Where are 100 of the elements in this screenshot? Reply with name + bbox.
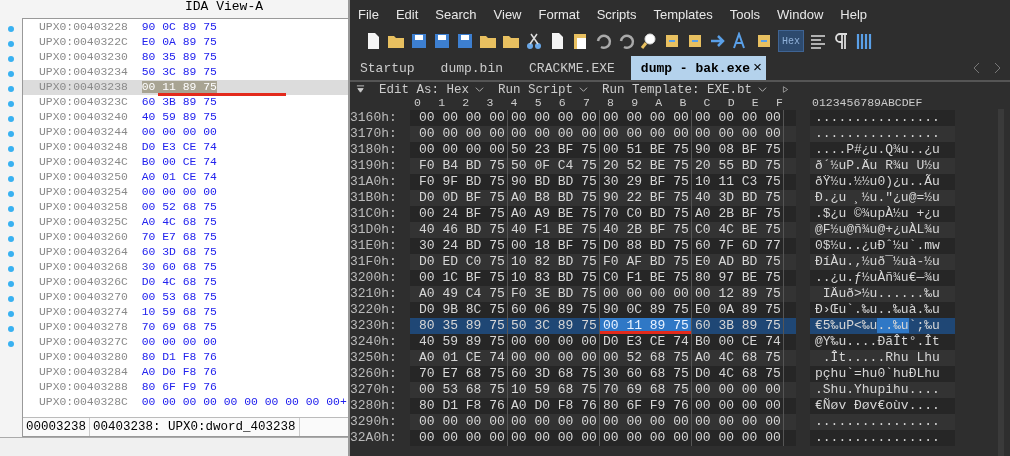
search-icon[interactable] — [640, 32, 658, 50]
listing-row[interactable]: UPX0:00403234 50 3C 89 75 — [23, 65, 348, 80]
listing-row[interactable]: UPX0:00403274 10 59 68 75 — [23, 305, 348, 320]
bytes-text: 00 52 68 75 — [141, 201, 217, 213]
play-icon[interactable] — [781, 86, 791, 93]
scissors-icon[interactable] — [525, 32, 543, 50]
menu-item[interactable]: View — [493, 6, 522, 22]
pilcrow-icon[interactable] — [832, 32, 850, 50]
listing-row[interactable]: UPX0:00403284 A0 D0 F8 76 — [23, 365, 348, 380]
tab-scroll-icon[interactable] — [972, 62, 1002, 74]
listing-row[interactable]: UPX0:00403250 A0 01 CE 74 — [23, 170, 348, 185]
address-text: UPX0:00403264 — [39, 246, 128, 258]
bytes-text: 10 59 68 75 — [141, 306, 217, 318]
row-marker-icon — [8, 311, 14, 317]
file-tab[interactable]: Startup — [350, 56, 431, 80]
menu-item[interactable]: Window — [777, 6, 824, 22]
menu-item[interactable]: Search — [435, 6, 477, 22]
address-text: UPX0:00403244 — [39, 126, 128, 138]
listing-row[interactable]: UPX0:00403244 00 00 00 00 — [23, 125, 348, 140]
close-icon[interactable]: × — [753, 59, 763, 77]
bytes-text: 00 53 68 75 — [141, 291, 217, 303]
ascii-text: pçhu`=hu0`huÐLhu — [810, 366, 955, 382]
bytes-text: 50 3C 89 75 — [141, 66, 217, 78]
save-icon[interactable] — [410, 32, 428, 50]
menu-item[interactable]: Help — [840, 6, 868, 22]
save-as-icon[interactable] — [433, 32, 451, 50]
row-marker-icon — [8, 251, 14, 257]
listing-row[interactable]: UPX0:0040328C 00 00 00 00 00 00 00 00 00 00+ — [23, 395, 348, 410]
redo-icon[interactable] — [617, 32, 635, 50]
compare-icon[interactable] — [809, 32, 827, 50]
bytes-text: 80 6F F9 76 — [141, 381, 217, 393]
chevron-icon[interactable] — [579, 86, 589, 93]
address-text: UPX0:0040328C — [39, 396, 128, 408]
bytes-text: 80 35 89 75 — [141, 51, 217, 63]
location-text: 00403238: UPX0:dword_403238 — [90, 418, 300, 436]
menu-item[interactable]: Format — [538, 6, 580, 22]
address-text: UPX0:0040325C — [39, 216, 128, 228]
hex-toggle[interactable]: Hex — [778, 30, 804, 52]
menu-item[interactable]: Edit — [395, 6, 419, 22]
bytes-text: 90 0C 89 75 — [141, 21, 217, 33]
listing-row[interactable]: UPX0:00403264 60 3D 68 75 — [23, 245, 348, 260]
listing-row[interactable]: UPX0:00403288 80 6F F9 76 — [23, 380, 348, 395]
listing-row[interactable]: UPX0:00403270 00 53 68 75 — [23, 290, 348, 305]
row-marker-icon — [8, 56, 14, 62]
row-marker-icon — [8, 131, 14, 137]
listing-row[interactable]: UPX0:00403258 00 52 68 75 — [23, 200, 348, 215]
column-header: 7 — [581, 97, 591, 110]
listing-row[interactable]: UPX0:00403240 40 59 89 75 — [23, 110, 348, 125]
listing-row[interactable]: UPX0:0040327C 00 00 00 00 — [23, 335, 348, 350]
bytes-text: 00 00 00 00 — [141, 126, 217, 138]
listing-row[interactable]: UPX0:0040323C 60 3B 89 75 — [23, 95, 348, 110]
bytes-text: 60 3D 68 75 — [141, 246, 217, 258]
file-tab[interactable]: dump - bak.exe × — [630, 56, 767, 80]
listing-row[interactable]: UPX0:0040326C D0 4C 68 75 — [23, 275, 348, 290]
column-header: F — [774, 97, 784, 110]
column-header: C — [702, 97, 712, 110]
run-template-dropdown[interactable]: Run Template: EXE.bt — [602, 82, 753, 97]
columns-icon[interactable] — [855, 32, 873, 50]
bytes-text: A0 D0 F8 76 — [141, 366, 217, 378]
paste-icon[interactable] — [571, 32, 589, 50]
edit-as-dropdown[interactable]: Edit As: Hex — [379, 82, 469, 97]
bytes-text: 40 59 89 75 — [141, 111, 217, 123]
menu-item[interactable]: Templates — [653, 6, 713, 22]
listing-row[interactable]: UPX0:0040322C E0 0A 89 75 — [23, 35, 348, 50]
bytes-text: 30 60 68 75 — [141, 261, 217, 273]
listing-row[interactable]: UPX0:00403280 80 D1 F8 76 — [23, 350, 348, 365]
hex-bytes: 00 00 00 00 — [600, 430, 692, 446]
chevron-icon[interactable] — [758, 86, 768, 93]
row-marker-icon — [8, 41, 14, 47]
menu-item[interactable]: Scripts — [596, 6, 637, 22]
row-marker-icon — [8, 161, 14, 167]
file-tab[interactable]: CRACKME.EXE — [519, 56, 631, 80]
file-tab[interactable]: dump.bin — [430, 56, 520, 80]
column-header: 2 — [461, 97, 471, 110]
listing-row[interactable]: UPX0:0040324C B0 00 CE 74 — [23, 155, 348, 170]
row-marker-icon — [8, 206, 14, 212]
collapse-icon[interactable] — [356, 85, 365, 94]
save-all-icon[interactable] — [456, 32, 474, 50]
bytes-text: B0 00 CE 74 — [141, 156, 217, 168]
listing-row[interactable]: UPX0:0040325C A0 4C 68 75 — [23, 215, 348, 230]
listing-row[interactable]: UPX0:00403254 00 00 00 00 — [23, 185, 348, 200]
menu-item[interactable]: File — [358, 6, 379, 22]
chevron-icon[interactable] — [475, 86, 484, 93]
row-marker-icon — [8, 116, 14, 122]
ascii-text: ................ — [810, 430, 955, 446]
listing-row[interactable]: UPX0:00403230 80 35 89 75 — [23, 50, 348, 65]
menu-item[interactable]: Tools — [729, 6, 761, 22]
undo-icon[interactable] — [594, 32, 612, 50]
ascii-text: .Ît.....Rhu Lhu — [810, 350, 955, 366]
address-text: UPX0:0040322C — [39, 36, 128, 48]
address-text: UPX0:00403260 — [39, 231, 128, 243]
listing-row[interactable]: UPX0:00403278 70 69 68 75 — [23, 320, 348, 335]
address-text: UPX0:00403250 — [39, 171, 128, 183]
ascii-text: ÐíÀu.‚½uð¯½uà-½u — [810, 254, 955, 270]
offset-text: 00003238 — [23, 418, 90, 436]
listing-row[interactable]: UPX0:00403268 30 60 68 75 — [23, 260, 348, 275]
listing-row[interactable]: UPX0:00403260 70 E7 68 75 — [23, 230, 348, 245]
run-script-dropdown[interactable]: Run Script — [498, 82, 574, 97]
listing-row[interactable]: UPX0:00403228 90 0C 89 75 — [23, 20, 348, 35]
listing-row[interactable]: UPX0:00403248 D0 E3 CE 74 — [23, 140, 348, 155]
